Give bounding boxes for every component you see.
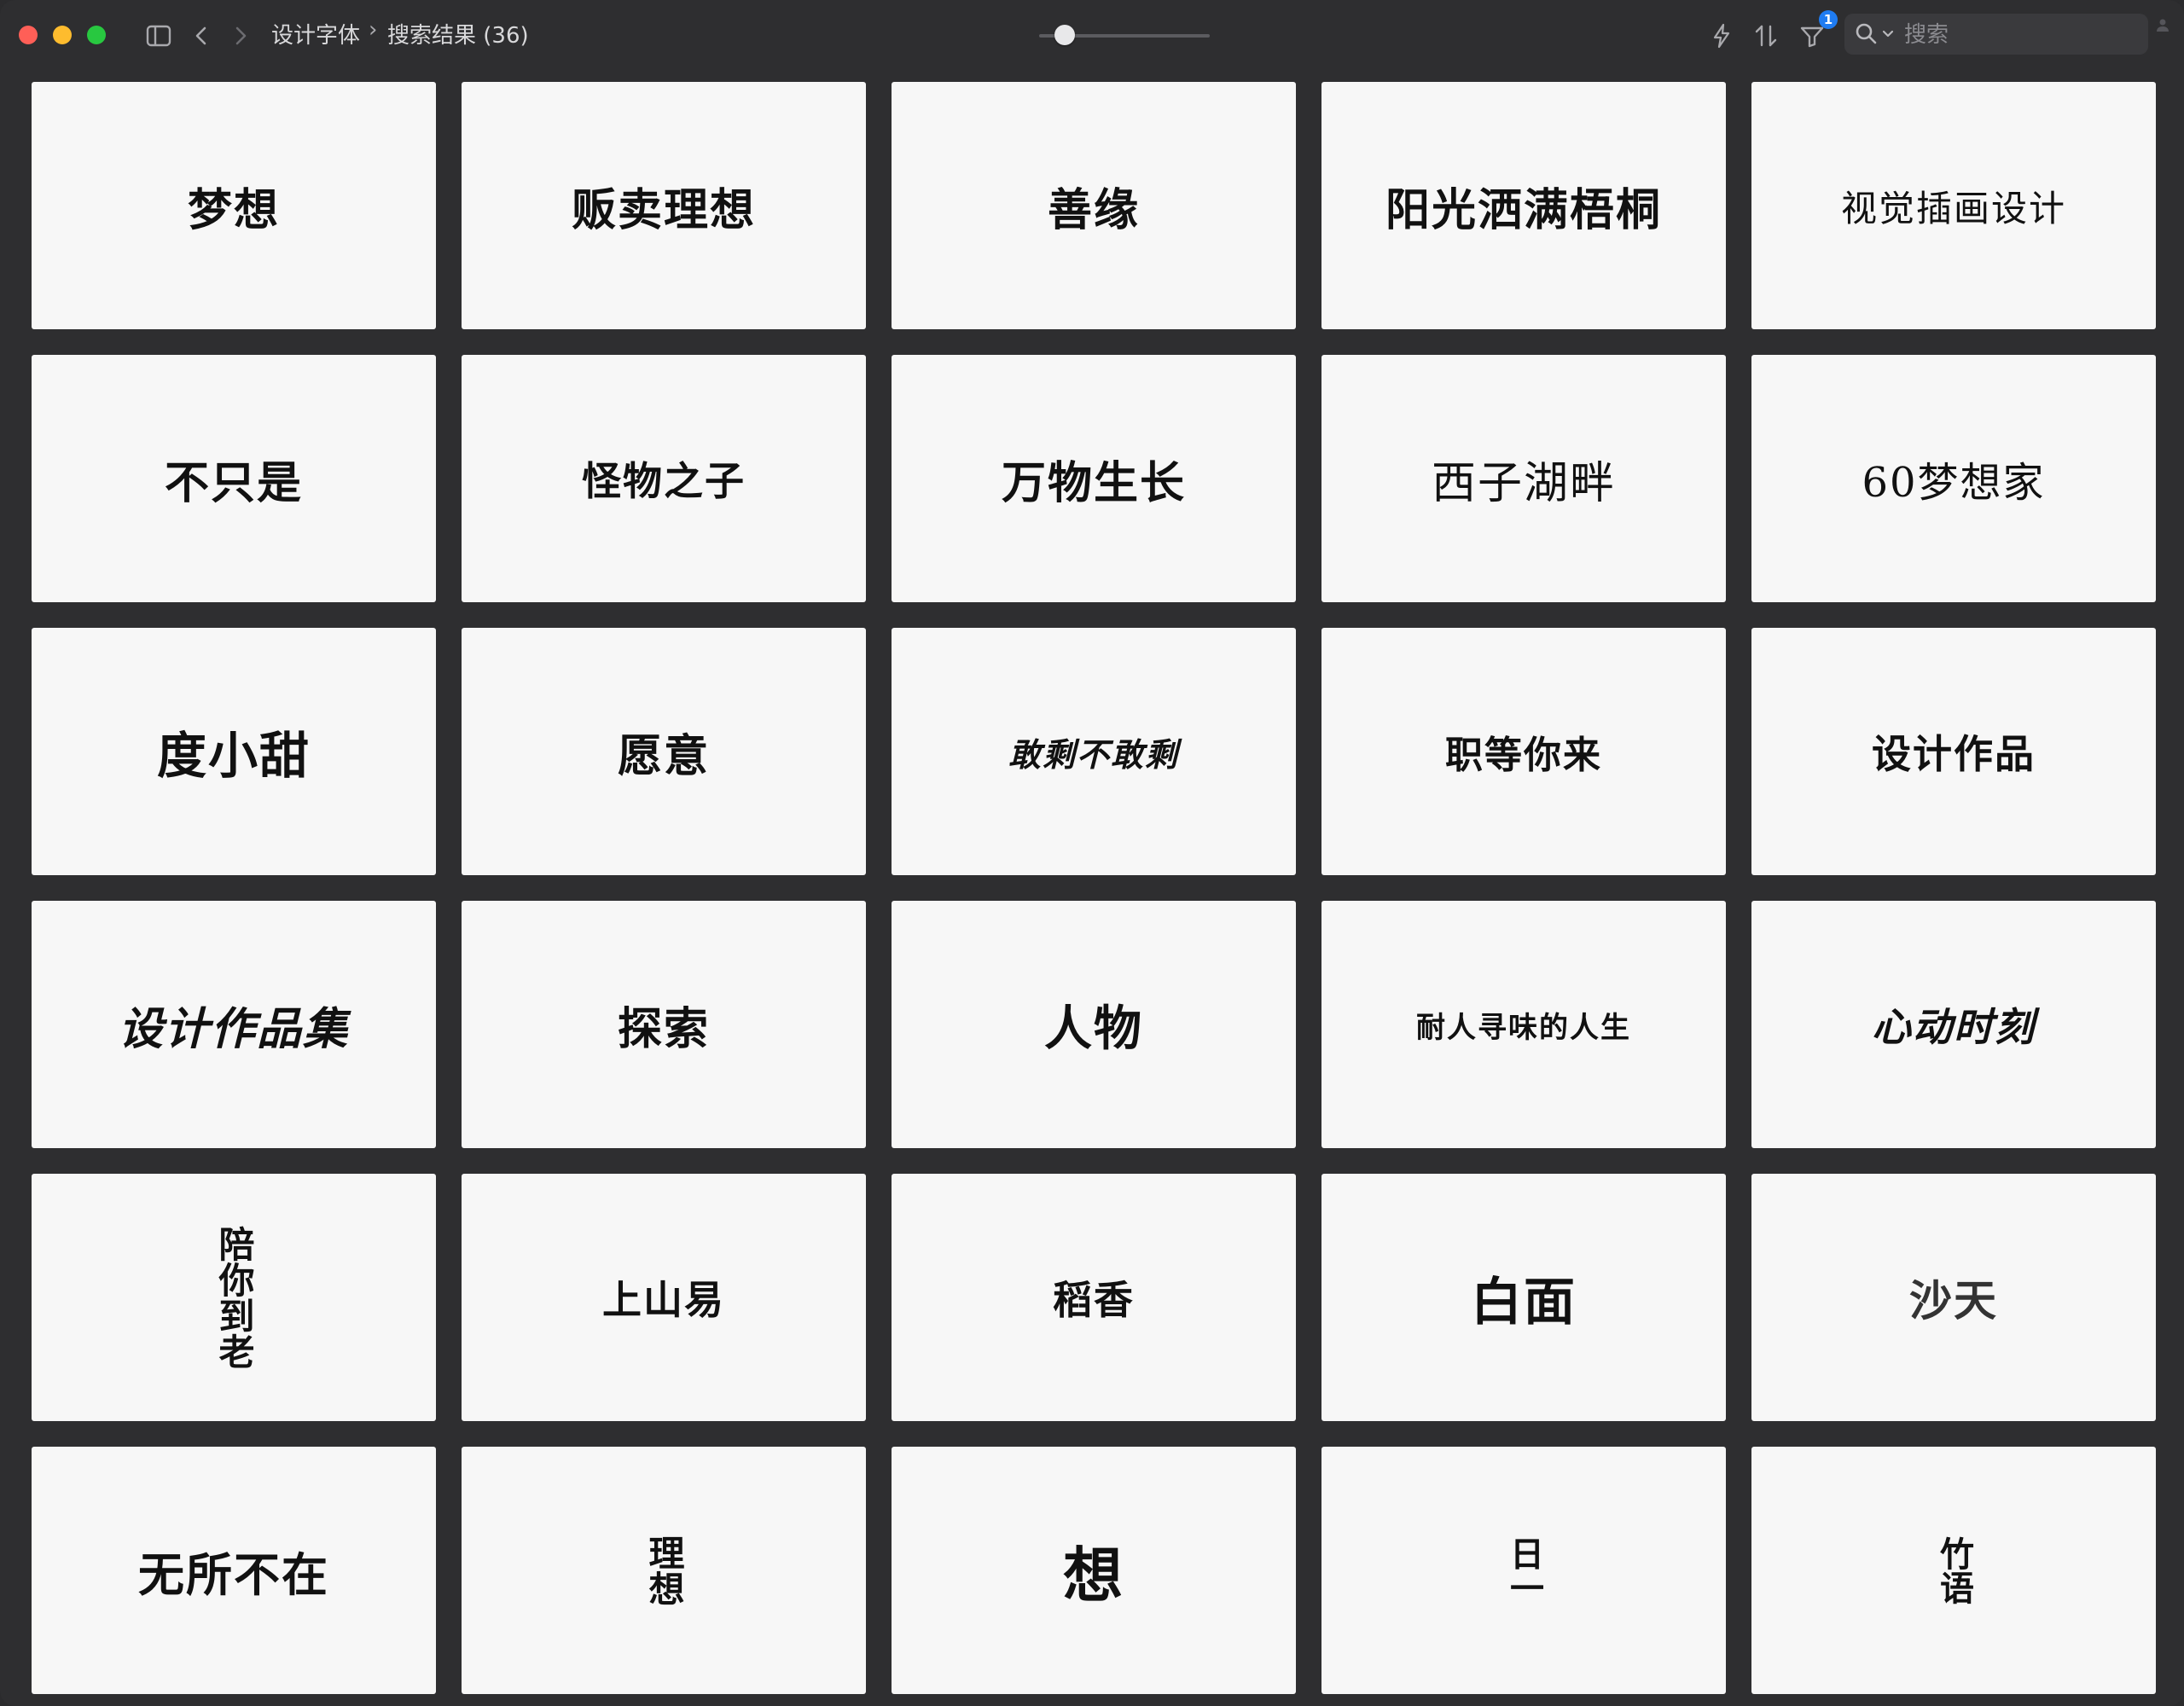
close-window-button[interactable] bbox=[19, 26, 38, 44]
font-preview: 梦想 bbox=[187, 183, 280, 236]
font-tile[interactable]: 阳光洒满梧桐 bbox=[1321, 82, 1726, 329]
slider-knob[interactable] bbox=[1054, 25, 1075, 45]
font-tile[interactable]: 贩卖理想 bbox=[462, 82, 866, 329]
font-tile[interactable]: 度小甜 bbox=[32, 628, 436, 875]
font-preview: 贩卖理想 bbox=[571, 184, 756, 236]
font-tile[interactable]: 不只是 bbox=[32, 355, 436, 602]
font-preview: 沙天 bbox=[1909, 1275, 1998, 1326]
breadcrumb-folder[interactable]: 设计字体 bbox=[271, 20, 360, 51]
font-tile[interactable]: 愿意 bbox=[462, 628, 866, 875]
font-preview: 陪你到老 bbox=[213, 1226, 256, 1369]
font-tile[interactable]: 怪物之子 bbox=[462, 355, 866, 602]
font-preview: 探索 bbox=[617, 1003, 710, 1055]
font-tile[interactable]: 梦想 bbox=[32, 82, 436, 329]
font-preview: 敢剩不敢剩 bbox=[1008, 735, 1179, 774]
filter-count-badge: 1 bbox=[1819, 10, 1838, 29]
font-preview: 上山易 bbox=[602, 1277, 725, 1323]
user-icon bbox=[2155, 17, 2170, 32]
chevron-down-icon[interactable] bbox=[1880, 26, 1896, 41]
font-preview: 竹语 bbox=[1934, 1536, 1974, 1604]
font-preview: 怪物之子 bbox=[582, 458, 746, 504]
font-preview: 人物 bbox=[1044, 1001, 1143, 1057]
font-tile[interactable]: 60梦想家 bbox=[1751, 355, 2156, 602]
font-preview: 视觉插画设计 bbox=[1840, 187, 2066, 229]
font-preview: 愿意 bbox=[617, 730, 710, 782]
font-tile[interactable]: 白面 bbox=[1321, 1174, 1726, 1421]
font-tile[interactable]: 万物生长 bbox=[892, 355, 1296, 602]
font-preview: 阳光洒满梧桐 bbox=[1385, 184, 1662, 236]
font-preview: 度小甜 bbox=[156, 727, 311, 785]
font-preview: 善缘 bbox=[1047, 183, 1140, 236]
font-preview: 白面 bbox=[1471, 1272, 1577, 1332]
font-tile[interactable]: 设计作品集 bbox=[32, 901, 436, 1148]
lightning-icon[interactable] bbox=[1705, 19, 1739, 53]
font-tile[interactable]: 日一 bbox=[1321, 1447, 1726, 1694]
sidebar-toggle-icon[interactable] bbox=[142, 19, 176, 53]
font-preview: 无所不在 bbox=[138, 1547, 329, 1602]
font-preview: 想 bbox=[1063, 1540, 1124, 1610]
font-tile[interactable]: 稻香 bbox=[892, 1174, 1296, 1421]
font-tile[interactable]: 心动时刻 bbox=[1751, 901, 2156, 1148]
font-preview: 设计作品 bbox=[1872, 731, 2036, 777]
font-preview: 理想 bbox=[643, 1535, 686, 1606]
font-tile[interactable]: 陪你到老 bbox=[32, 1174, 436, 1421]
search-icon bbox=[1853, 20, 1880, 48]
font-preview: 不只是 bbox=[164, 457, 303, 509]
search-input[interactable] bbox=[1902, 20, 2136, 49]
font-preview: 万物生长 bbox=[1001, 457, 1186, 509]
font-tile[interactable]: 耐人寻味的人生 bbox=[1321, 901, 1726, 1148]
font-preview: 日一 bbox=[1504, 1536, 1543, 1604]
font-tile[interactable]: 设计作品 bbox=[1751, 628, 2156, 875]
font-tile[interactable]: 上山易 bbox=[462, 1174, 866, 1421]
font-tile[interactable]: 想 bbox=[892, 1447, 1296, 1694]
sort-icon[interactable] bbox=[1749, 19, 1783, 53]
font-preview: 耐人寻味的人生 bbox=[1416, 1010, 1631, 1045]
font-tile[interactable]: 理想 bbox=[462, 1447, 866, 1694]
app-window: 设计字体 › 搜索结果 (36) 1 搜索 梦想 贩卖理想 善缘 阳光洒满梧桐 … bbox=[0, 0, 2184, 1706]
minimize-window-button[interactable] bbox=[53, 26, 72, 44]
zoom-window-button[interactable] bbox=[87, 26, 106, 44]
font-tile[interactable]: 探索 bbox=[462, 901, 866, 1148]
font-tile[interactable]: 无所不在 bbox=[32, 1447, 436, 1694]
font-preview: 西子湖畔 bbox=[1431, 457, 1616, 509]
forward-icon[interactable] bbox=[224, 19, 258, 53]
font-tile[interactable]: 沙天 bbox=[1751, 1174, 2156, 1421]
font-preview: 心动时刻 bbox=[1872, 1004, 2036, 1050]
font-tile[interactable]: 视觉插画设计 bbox=[1751, 82, 2156, 329]
font-tile[interactable]: 职等你来 bbox=[1321, 628, 1726, 875]
title-bar: 设计字体 › 搜索结果 (36) 1 bbox=[0, 0, 2184, 72]
results-grid: 梦想 贩卖理想 善缘 阳光洒满梧桐 视觉插画设计 不只是 怪物之子 万物生长 西… bbox=[32, 82, 2156, 1694]
breadcrumb-separator-icon: › bbox=[369, 17, 378, 43]
breadcrumb-current: 搜索结果 (36) bbox=[387, 23, 529, 49]
back-icon[interactable] bbox=[184, 19, 218, 53]
font-tile[interactable]: 人物 bbox=[892, 901, 1296, 1148]
font-tile[interactable]: 敢剩不敢剩 bbox=[892, 628, 1296, 875]
search-field[interactable] bbox=[1844, 14, 2148, 55]
font-preview: 稻香 bbox=[1053, 1277, 1135, 1323]
font-preview: 60梦想家 bbox=[1862, 459, 2046, 507]
font-tile[interactable]: 西子湖畔 bbox=[1321, 355, 1726, 602]
font-preview: 职等你来 bbox=[1445, 734, 1602, 777]
font-tile[interactable]: 竹语 bbox=[1751, 1447, 2156, 1694]
font-preview: 设计作品集 bbox=[118, 1003, 349, 1055]
font-tile[interactable]: 善缘 bbox=[892, 82, 1296, 329]
